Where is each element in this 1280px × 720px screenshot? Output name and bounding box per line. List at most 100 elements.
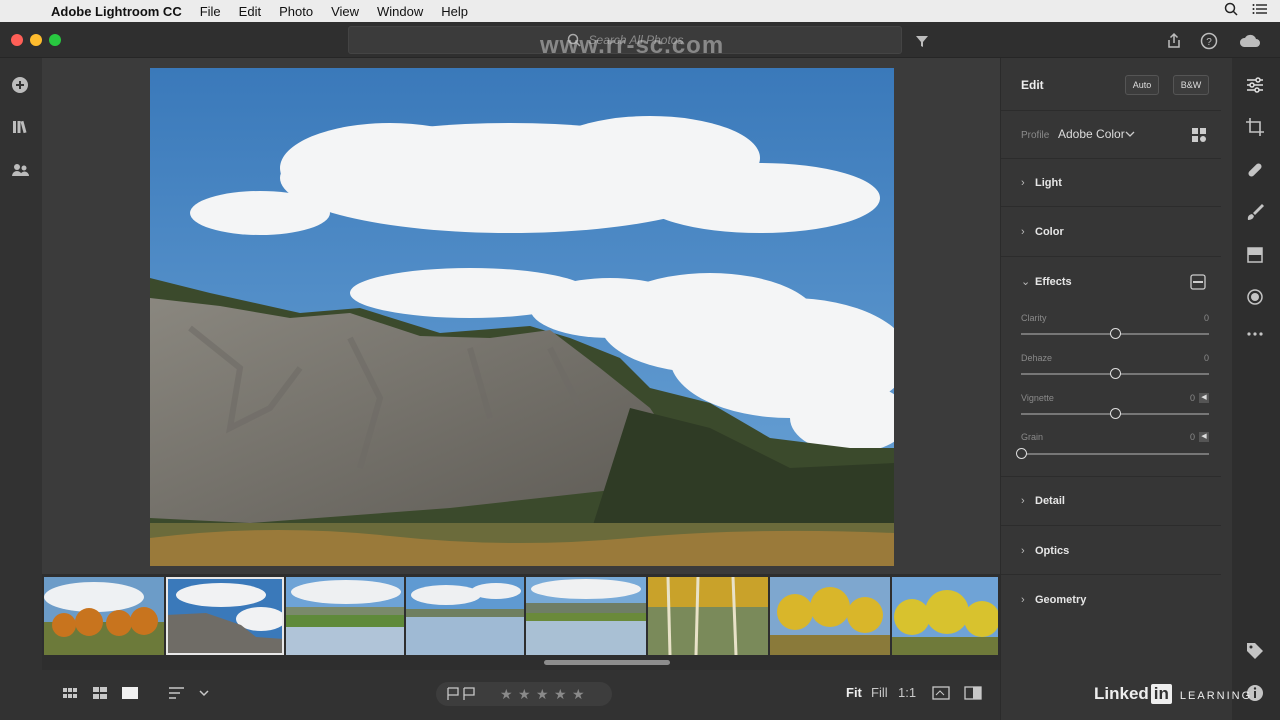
more-options-icon[interactable] [1244,323,1266,345]
section-geometry[interactable]: › Geometry [1021,594,1086,606]
vignette-expand-icon[interactable]: ◀ [1199,393,1209,403]
zoom-fill-button[interactable]: Fill [871,685,888,700]
slider-clarity-knob[interactable] [1109,328,1121,339]
linkedin-learning-logo: Linked in LEARNING [1094,684,1252,704]
filter-icon[interactable] [912,31,932,51]
edit-sliders-icon[interactable] [1244,74,1266,96]
slider-grain-value: 0 [1189,432,1195,442]
zoom-window-button[interactable] [49,34,61,46]
brush-icon[interactable] [1244,201,1266,223]
slider-grain-track[interactable] [1021,453,1209,455]
menu-window[interactable]: Window [368,4,432,19]
filmstrip-thumb-2-selected[interactable] [166,577,284,655]
menu-help[interactable]: Help [432,4,477,19]
sort-chevron-down-icon[interactable] [198,685,210,701]
slider-grain-label: Grain [1021,432,1044,442]
library-icon[interactable] [9,116,31,138]
before-after-icon[interactable] [964,685,982,701]
bottom-toolbar: ★ ★ ★ ★ ★ Fit Fill 1:1 [42,670,1000,720]
zoom-fit-button[interactable]: Fit [846,685,862,700]
linear-gradient-icon[interactable] [1244,244,1266,266]
profile-chevron-down-icon[interactable] [1125,130,1135,138]
main-photo[interactable] [150,68,894,566]
flag-icons[interactable] [446,686,478,702]
section-light-label: Light [1035,177,1062,189]
add-photos-icon[interactable] [9,74,31,96]
healing-brush-icon[interactable] [1244,159,1266,181]
logo-in: in [1150,684,1172,704]
bw-button[interactable]: B&W [1173,75,1209,95]
menu-view[interactable]: View [322,4,368,19]
cloud-sync-icon[interactable] [1238,31,1262,51]
section-color[interactable]: › Color [1021,226,1064,238]
section-detail[interactable]: › Detail [1021,495,1065,507]
grain-expand-icon[interactable]: ◀ [1199,432,1209,442]
photo-grid-view-icon[interactable] [92,685,108,701]
spotlight-icon[interactable] [1224,2,1238,16]
slider-dehaze-knob[interactable] [1109,368,1121,379]
right-rail [1232,58,1280,720]
section-effects-label: Effects [1035,276,1072,288]
section-effects[interactable]: ⌄ Effects [1021,275,1072,288]
section-light[interactable]: › Light [1021,177,1062,189]
profile-browser-icon[interactable] [1190,126,1208,144]
macos-menubar: Adobe Lightroom CC File Edit Photo View … [0,0,1280,22]
menu-photo[interactable]: Photo [270,4,322,19]
tag-icon[interactable] [1244,640,1266,662]
filmstrip-thumb-4[interactable] [406,577,524,655]
filmstrip-thumb-7[interactable] [770,577,890,655]
window-controls [11,34,61,46]
filmstrip-thumb-3[interactable] [286,577,404,655]
slider-clarity-value: 0 [1203,313,1209,323]
zoom-1to1-button[interactable]: 1:1 [898,685,916,700]
filmstrip-thumb-1[interactable] [44,577,164,655]
menu-edit[interactable]: Edit [230,4,270,19]
filmstrip-thumb-6[interactable] [648,577,768,655]
slider-clarity-label: Clarity [1021,313,1047,323]
close-window-button[interactable] [11,34,23,46]
menu-app-name[interactable]: Adobe Lightroom CC [42,4,191,19]
people-icon[interactable] [9,159,31,181]
section-detail-label: Detail [1035,495,1065,507]
slider-vignette-knob[interactable] [1109,408,1121,419]
rating-flag-control: ★ ★ ★ ★ ★ [436,682,612,706]
crop-icon[interactable] [1244,116,1266,138]
edit-panel: Edit Auto B&W Profile Adobe Color › Light… [1000,58,1232,720]
section-optics[interactable]: › Optics [1021,545,1069,557]
section-geometry-label: Geometry [1035,594,1087,606]
minimize-window-button[interactable] [30,34,42,46]
square-grid-view-icon[interactable] [62,685,78,701]
profile-label: Profile [1021,130,1050,141]
title-toolbar: Search All Photos ? www.rr-sc.com [0,22,1280,59]
effects-preset-icon[interactable] [1189,273,1207,291]
slider-grain-knob[interactable] [1015,448,1027,459]
star-rating[interactable]: ★ ★ ★ ★ ★ [500,686,600,702]
slider-vignette-label: Vignette [1021,393,1054,403]
compare-view-icon[interactable] [932,685,950,701]
radial-gradient-icon[interactable] [1244,286,1266,308]
svg-text:★: ★ [500,687,513,702]
share-icon[interactable] [1164,31,1184,51]
auto-button[interactable]: Auto [1125,75,1159,95]
slider-vignette-value: 0 [1189,393,1195,403]
logo-linked: Linked [1094,684,1149,703]
section-optics-label: Optics [1035,545,1070,557]
left-rail [0,58,42,720]
help-icon[interactable]: ? [1199,31,1219,51]
profile-select[interactable]: Adobe Color [1058,127,1125,141]
watermark-text: www.rr-sc.com [540,32,725,59]
svg-text:★: ★ [572,687,585,702]
chevron-right-icon: › [1021,594,1025,606]
chevron-right-icon: › [1021,226,1025,238]
svg-text:?: ? [1206,37,1212,48]
menu-file[interactable]: File [191,4,230,19]
filmstrip-scrollbar[interactable] [544,660,670,665]
edit-panel-title: Edit [1021,78,1044,92]
filmstrip-thumb-8[interactable] [892,577,998,655]
svg-text:★: ★ [536,687,549,702]
menu-list-icon[interactable] [1252,2,1268,16]
filmstrip-thumb-5[interactable] [526,577,646,655]
sort-icon[interactable] [168,685,186,701]
svg-text:★: ★ [518,687,531,702]
detail-view-icon[interactable] [121,685,139,701]
